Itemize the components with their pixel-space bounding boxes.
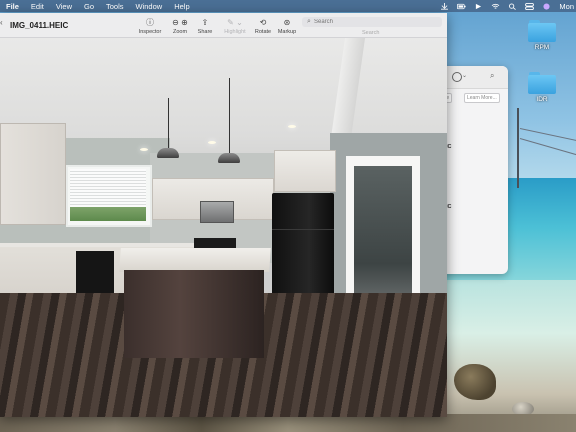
search-icon[interactable]: ⌕: [490, 71, 494, 81]
desktop-folder-idr[interactable]: IDR: [524, 72, 560, 103]
battery-icon[interactable]: [457, 3, 467, 10]
photo-cabinet: [274, 150, 336, 192]
learn-more-button[interactable]: Learn More...: [464, 93, 500, 103]
menu-help[interactable]: Help: [174, 2, 189, 11]
photo-pendant-light: [218, 153, 240, 163]
highlighter-icon: ✎ ⌄: [227, 18, 243, 27]
photo-recessed-light: [288, 125, 296, 128]
menu-file[interactable]: File: [6, 2, 19, 11]
markup-label: Markup: [277, 29, 297, 35]
play-icon[interactable]: [474, 3, 483, 10]
share-button[interactable]: ⇪ Share: [190, 17, 220, 35]
info-icon: ⓘ: [146, 18, 154, 27]
photo-cabinet: [0, 123, 66, 225]
share-icon: ⇪: [201, 18, 209, 27]
photo-pendant-cord: [168, 98, 169, 148]
markup-button[interactable]: ⊛ Markup: [272, 17, 302, 35]
background-window-toolbar: ⌄ ⌕: [440, 66, 508, 89]
preview-window: ‹ IMG_0411.HEIC ⓘ Inspector ⊖ ⊕ Zoom ⇪ S…: [0, 13, 447, 417]
siri-icon[interactable]: [542, 2, 551, 10]
back-chevron-icon[interactable]: ‹: [0, 18, 3, 27]
chevron-down-icon[interactable]: ⌄: [462, 72, 467, 79]
search-field[interactable]: ⌕: [302, 17, 442, 27]
recents-icon[interactable]: [452, 72, 462, 82]
menu-window[interactable]: Window: [136, 2, 163, 11]
folder-icon: [528, 72, 556, 94]
search-input[interactable]: [314, 18, 434, 26]
control-center-icon[interactable]: [525, 2, 535, 10]
menu-view[interactable]: View: [56, 2, 72, 11]
background-window[interactable]: ⌄ ⌕ te Learn More... IC IC: [440, 66, 508, 274]
desktop-folder-rpm[interactable]: RPM: [524, 20, 560, 51]
wifi-icon[interactable]: [491, 3, 500, 10]
desktop-icon-label: RPM: [534, 44, 550, 51]
photo-recessed-light: [140, 148, 148, 151]
photo-pendant-light: [157, 148, 179, 158]
background-window-buttons: te Learn More...: [440, 93, 508, 103]
menu-edit[interactable]: Edit: [31, 2, 44, 11]
window-title: IMG_0411.HEIC: [10, 21, 69, 30]
photo-canvas[interactable]: [0, 38, 447, 417]
search-icon: ⌕: [307, 18, 311, 25]
photo-island-base: [124, 270, 264, 358]
highlight-label: Highlight: [224, 29, 246, 35]
search-label: Search: [362, 30, 380, 36]
menu-tools[interactable]: Tools: [106, 2, 124, 11]
search-icon[interactable]: [508, 2, 517, 10]
photo-pendant-cord: [229, 78, 230, 153]
inspector-button[interactable]: ⓘ Inspector: [135, 17, 165, 35]
menu-go[interactable]: Go: [84, 2, 94, 11]
photo-fridge: [272, 193, 334, 305]
menu-clock[interactable]: Mon: [559, 2, 574, 11]
inspector-label: Inspector: [138, 29, 162, 35]
desktop-icon-label: IDR: [536, 96, 548, 103]
folder-icon: [528, 20, 556, 42]
photo-recessed-light: [208, 141, 216, 144]
photo-window: [66, 165, 152, 227]
preview-titlebar: ‹ IMG_0411.HEIC ⓘ Inspector ⊖ ⊕ Zoom ⇪ S…: [0, 13, 447, 38]
status-area: Mon: [440, 0, 576, 12]
photo-doorway: [346, 156, 420, 314]
photo-island-top: [119, 248, 271, 272]
wallpaper-pole: [517, 108, 519, 188]
share-label: Share: [197, 29, 213, 35]
highlight-button[interactable]: ✎ ⌄ Highlight: [220, 17, 250, 35]
menu-bar: File Edit View Go Tools Window Help Mon: [0, 0, 576, 12]
download-icon[interactable]: [440, 2, 449, 10]
photo-microwave: [200, 201, 234, 223]
markup-icon: ⊛: [283, 18, 291, 27]
